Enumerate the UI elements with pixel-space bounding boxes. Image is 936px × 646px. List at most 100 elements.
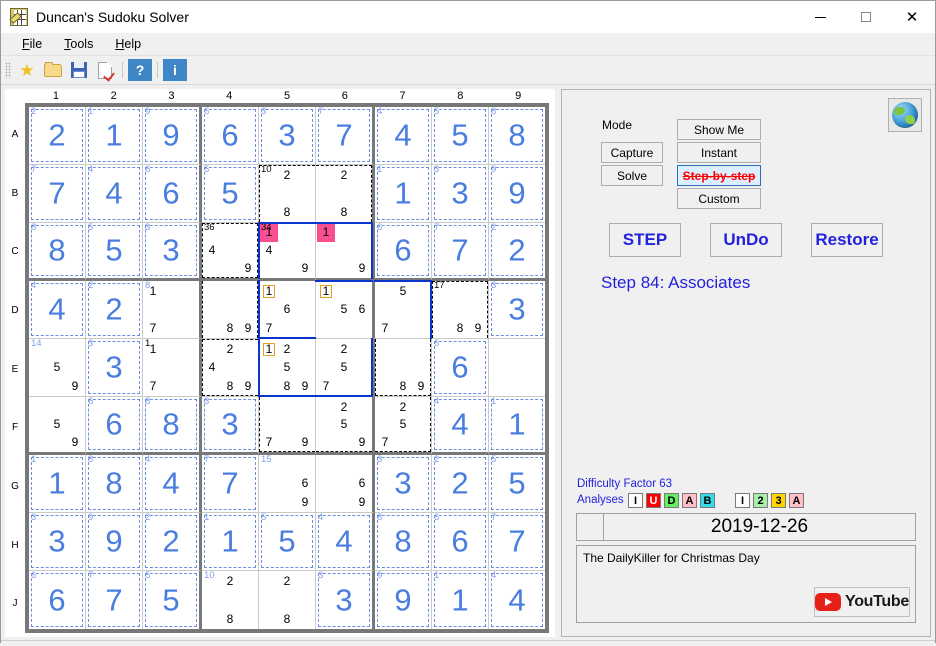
open-button[interactable]	[41, 59, 65, 81]
analysis-badge[interactable]: 2	[753, 493, 768, 508]
grid-cell[interactable]: 12 5 89	[258, 337, 316, 397]
grid-cell[interactable]: 33	[316, 570, 375, 629]
grid-cell[interactable]: 11	[432, 570, 489, 629]
grid-cell[interactable]: 5 9 14	[29, 338, 86, 397]
grid-cell[interactable]: 44	[143, 454, 202, 513]
grid-cell[interactable]: 77	[202, 454, 259, 513]
grid-cell[interactable]: 55	[86, 222, 143, 281]
toolbar-grip[interactable]	[5, 62, 11, 78]
help-button[interactable]: ?	[128, 59, 152, 81]
grid-cell[interactable]: 66	[432, 338, 489, 397]
grid-cell[interactable]: 79	[259, 396, 316, 455]
custom-button[interactable]: Custom	[677, 188, 761, 209]
grid-cell[interactable]: 88	[375, 512, 432, 571]
info-button[interactable]: i	[163, 59, 187, 81]
grid-cell[interactable]: 28	[316, 164, 375, 223]
favorite-button[interactable]: ★	[15, 59, 39, 81]
grid-cell[interactable]: 55	[143, 570, 202, 629]
grid-cell[interactable]: 99	[489, 164, 545, 223]
grid-cell[interactable]: 88	[489, 107, 545, 165]
grid-cell[interactable]: 33	[375, 454, 432, 513]
grid-cell[interactable]: 2 8 10	[202, 570, 259, 629]
grid-cell[interactable]: 44	[29, 280, 86, 339]
grid-cell[interactable]: 22	[143, 512, 202, 571]
step-button[interactable]: STEP	[609, 223, 681, 257]
grid-cell[interactable]: 99	[86, 512, 143, 571]
grid-cell[interactable]: 2 57	[315, 337, 375, 397]
web-button[interactable]	[888, 98, 922, 132]
grid-cell[interactable]: 22	[29, 107, 86, 165]
analysis-badge[interactable]: D	[664, 493, 679, 508]
grid-cell[interactable]: 89	[202, 280, 259, 339]
restore-button[interactable]: Restore	[811, 223, 883, 257]
grid-cell[interactable]: 99	[143, 107, 202, 165]
show-me-button[interactable]: Show Me	[677, 119, 761, 140]
grid-cell[interactable]: 33	[432, 164, 489, 223]
date-spinner[interactable]	[577, 514, 604, 540]
grid-cell[interactable]: 8 9 17	[432, 280, 489, 339]
grid-cell[interactable]: 59	[29, 396, 86, 455]
grid-cell[interactable]: 11	[86, 107, 143, 165]
grid-cell[interactable]: 2 59	[316, 396, 375, 455]
menu-help[interactable]: Help	[104, 35, 152, 53]
grid-cell[interactable]: 55	[432, 107, 489, 165]
grid-cell[interactable]: 44	[316, 512, 375, 571]
grid-cell[interactable]: 55	[489, 454, 545, 513]
grid-cell[interactable]: 1 4 9 34	[258, 221, 316, 281]
analysis-badge[interactable]: I	[628, 493, 643, 508]
menu-tools[interactable]: Tools	[53, 35, 104, 53]
grid-cell[interactable]: 44	[86, 164, 143, 223]
undo-button[interactable]: UnDo	[710, 223, 782, 257]
grid-cell[interactable]: 22	[489, 222, 545, 281]
grid-cell[interactable]: 19	[315, 221, 375, 281]
maximize-button[interactable]	[843, 1, 889, 33]
grid-cell[interactable]: 77	[86, 570, 143, 629]
grid-cell[interactable]: 88	[86, 454, 143, 513]
grid-cell[interactable]: 55	[259, 512, 316, 571]
grid-cell[interactable]: 156	[315, 279, 375, 339]
grid-cell[interactable]: 77	[432, 222, 489, 281]
grid-cell[interactable]: 66	[432, 512, 489, 571]
grid-cell[interactable]: 6 9 15	[259, 454, 316, 513]
grid-cell[interactable]: 89	[375, 338, 432, 397]
grid-cell[interactable]: 2 8 10	[259, 164, 316, 223]
grid-cell[interactable]: 66	[86, 396, 143, 455]
grid-cell[interactable]: 33	[259, 107, 316, 165]
grid-cell[interactable]: 66	[143, 164, 202, 223]
grid-cell[interactable]: 4 9 36	[202, 222, 259, 281]
minimize-button[interactable]	[797, 1, 843, 33]
instant-button[interactable]: Instant	[677, 142, 761, 163]
grid-cell[interactable]: 44	[489, 570, 545, 629]
grid-cell[interactable]: 66	[29, 570, 86, 629]
grid-cell[interactable]: 11	[489, 396, 545, 455]
grid-cell[interactable]: 33	[489, 280, 545, 339]
close-button[interactable]: ✕	[889, 1, 935, 33]
analysis-badge[interactable]: 3	[771, 493, 786, 508]
grid-cell[interactable]: 33	[29, 512, 86, 571]
grid-cell[interactable]: 11	[29, 454, 86, 513]
grid-cell[interactable]: 178	[143, 280, 202, 339]
grid-cell[interactable]: 44	[432, 396, 489, 455]
grid-cell[interactable]: 77	[489, 512, 545, 571]
grid-cell[interactable]: 2 57	[375, 396, 432, 455]
grid-cell[interactable]: 171	[143, 338, 202, 397]
puzzle-date[interactable]: 2019-12-26	[604, 514, 915, 540]
analysis-badge[interactable]: B	[700, 493, 715, 508]
grid-cell[interactable]: 28	[259, 570, 316, 629]
grid-cell[interactable]: 66	[202, 107, 259, 165]
analysis-badge[interactable]: I	[735, 493, 750, 508]
validate-button[interactable]	[93, 59, 117, 81]
analysis-badge[interactable]: A	[682, 493, 697, 508]
grid-cell[interactable]: 88	[29, 222, 86, 281]
grid-cell[interactable]: 88	[143, 396, 202, 455]
grid-cell[interactable]: 11	[375, 164, 432, 223]
grid-cell[interactable]: 57	[374, 279, 432, 339]
analysis-badge[interactable]: U	[646, 493, 661, 508]
grid-cell[interactable]: 69	[316, 454, 375, 513]
save-button[interactable]	[67, 59, 91, 81]
grid-cell[interactable]: 33	[86, 338, 143, 397]
grid-cell[interactable]: 55	[202, 164, 259, 223]
step-by-step-button[interactable]: Step-by-step	[677, 165, 761, 186]
grid-cell[interactable]: 77	[29, 164, 86, 223]
grid-cell[interactable]	[489, 339, 545, 397]
